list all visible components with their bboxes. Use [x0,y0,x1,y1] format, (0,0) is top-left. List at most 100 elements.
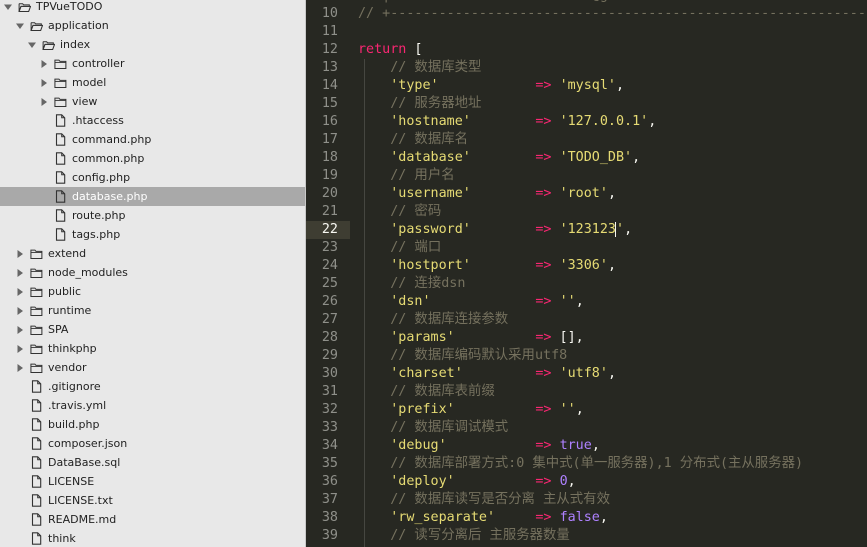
tree-item-view[interactable]: view [0,92,305,111]
code-line[interactable]: 'params' => [], [358,329,584,347]
tree-item-vendor[interactable]: vendor [0,358,305,377]
tree-item-license[interactable]: LICENSE [0,472,305,491]
tree-item-travis-yml[interactable]: .travis.yml [0,396,305,415]
tree-item-thinkphp[interactable]: thinkphp [0,339,305,358]
code-line[interactable]: 'dsn' => '', [358,293,584,311]
tree-item-gitignore[interactable]: .gitignore [0,377,305,396]
tree-item-htaccess[interactable]: .htaccess [0,111,305,130]
tree-item-readme-md[interactable]: README.md [0,510,305,529]
collapsed-arrow-icon[interactable] [14,324,26,336]
code-token-str: 'root' [559,186,608,201]
code-line[interactable]: // 数据库类型 [358,59,481,77]
file-icon [30,437,43,450]
tree-item-composer-json[interactable]: composer.json [0,434,305,453]
tree-item-label: model [72,76,107,89]
collapsed-arrow-icon[interactable] [38,58,50,70]
code-token-str: 'hostport' [390,258,471,273]
collapsed-arrow-icon[interactable] [14,305,26,317]
code-line[interactable]: 'charset' => 'utf8', [358,365,616,383]
code-token-op: => [535,474,552,489]
code-line[interactable]: // 密码 [358,203,441,221]
code-line[interactable]: // 数据库读写是否分离 主从式有效 [358,491,610,509]
code-line[interactable]: // +------------------------------------… [358,5,867,23]
code-line[interactable]: // 数据库名 [358,131,468,149]
tree-item-route-php[interactable]: route.php [0,206,305,225]
code-token-plain: , [591,438,600,453]
code-line[interactable]: 'prefix' => '', [358,401,584,419]
code-token-str: 'database' [390,150,471,165]
tree-item-controller[interactable]: controller [0,54,305,73]
tree-item-runtime[interactable]: runtime [0,301,305,320]
code-line[interactable]: 'type' => 'mysql', [358,77,624,95]
tree-item-think[interactable]: think [0,529,305,547]
tree-item-license-txt[interactable]: LICENSE.txt [0,491,305,510]
collapsed-arrow-icon[interactable] [38,96,50,108]
expanded-arrow-icon[interactable] [26,39,38,51]
tree-item-tags-php[interactable]: tags.php [0,225,305,244]
code-line[interactable]: // 读写分离后 主服务器数量 [358,527,570,545]
code-token-op: => [535,150,552,165]
file-icon [54,114,67,127]
line-number: 17 [321,132,338,147]
code-line[interactable]: // 连接dsn [358,275,465,293]
tree-item-label: view [72,95,98,108]
code-token-plain: , [632,150,641,165]
code-token-str: '' [559,294,576,309]
file-icon [30,494,43,507]
tree-item-database-php[interactable]: database.php [0,187,305,206]
code-line[interactable]: 'hostname' => '127.0.0.1', [358,113,656,131]
line-number: 25 [321,276,338,291]
code-line[interactable]: // 用户名 [358,167,454,185]
tree-item-public[interactable]: public [0,282,305,301]
file-icon [30,418,43,431]
collapsed-arrow-icon[interactable] [14,267,26,279]
code-line[interactable]: 'hostport' => '3306', [358,257,616,275]
collapsed-arrow-icon[interactable] [14,343,26,355]
code-line[interactable]: 'deploy' => 0, [358,473,575,491]
code-line[interactable]: 'password' => '123123', [358,221,632,239]
tree-item-index[interactable]: index [0,35,305,54]
code-editor[interactable]: 10 11 12 13 14 15 16 17 18 19 20 21 22 23 24 25 26 27 28 29… [306,0,867,547]
code-token-op: => [535,330,552,345]
code-line[interactable]: 'debug' => true, [358,437,600,455]
code-line[interactable]: return [ [358,41,423,59]
tree-item-spa[interactable]: SPA [0,320,305,339]
tree-item-config-php[interactable]: config.php [0,168,305,187]
code-token-op: => [535,222,552,237]
collapsed-arrow-icon[interactable] [14,362,26,374]
code-line[interactable]: // 端口 [358,239,441,257]
expanded-arrow-icon[interactable] [14,20,26,32]
tree-item-model[interactable]: model [0,73,305,92]
code-line[interactable]: // 服务器地址 [358,95,481,113]
tree-item-common-php[interactable]: common.php [0,149,305,168]
code-token-op: => [535,438,552,453]
tree-item-node-modules[interactable]: node_modules [0,263,305,282]
code-line[interactable]: 'rw_separate' => false, [358,509,608,527]
code-line[interactable]: // 数据库编码默认采用utf8 [358,347,567,365]
tree-item-tpvuetodo[interactable]: TPVueTODO [0,0,305,16]
tree-item-label: composer.json [48,437,128,450]
collapsed-arrow-icon[interactable] [14,248,26,260]
tree-item-label: common.php [72,152,145,165]
code-line[interactable]: // 数据库表前缀 [358,383,495,401]
collapsed-arrow-icon[interactable] [14,286,26,298]
code-line[interactable]: 'database' => 'TODO_DB', [358,149,640,167]
code-line[interactable]: 'username' => 'root', [358,185,616,203]
tree-item-command-php[interactable]: command.php [0,130,305,149]
tree-item-database-sql[interactable]: DataBase.sql [0,453,305,472]
code-line[interactable]: // 数据库连接参数 [358,311,508,329]
code-line[interactable]: // 数据库部署方式:0 集中式(单一服务器),1 分布式(主从服务器) [358,455,803,473]
code-line[interactable]: // 数据库调试模式 [358,419,508,437]
tree-item-build-php[interactable]: build.php [0,415,305,434]
code-token-str: 'deploy' [390,474,455,489]
collapsed-arrow-icon[interactable] [38,77,50,89]
tree-item-application[interactable]: application [0,16,305,35]
code-token-kw: return [358,42,407,57]
expanded-arrow-icon[interactable] [2,1,14,13]
tree-item-extend[interactable]: extend [0,244,305,263]
